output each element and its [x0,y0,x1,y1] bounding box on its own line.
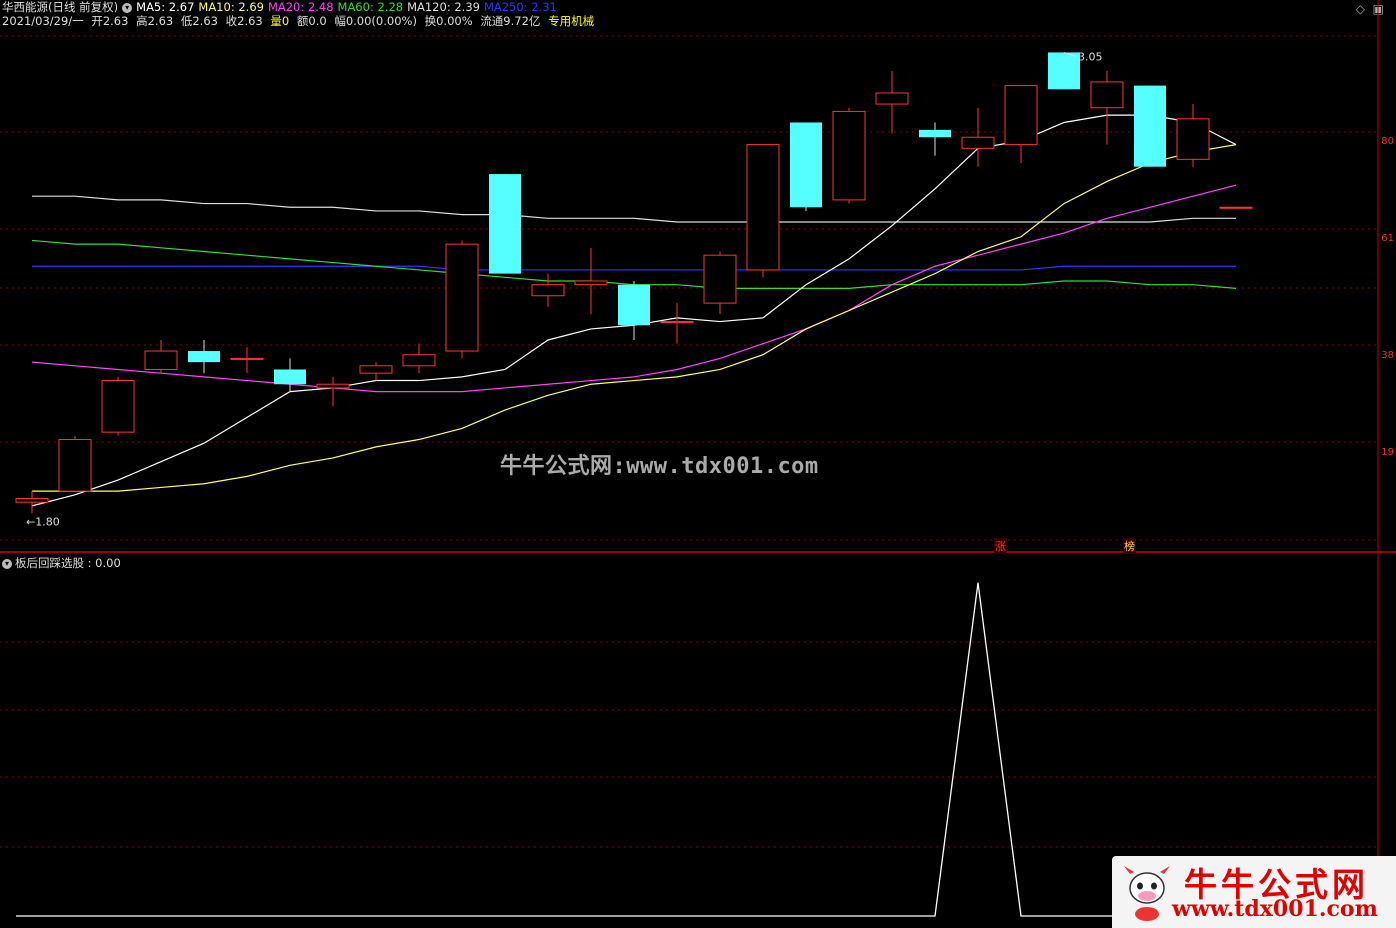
site-logo: 牛牛公式网 www.tdx001.com [1112,856,1396,928]
marker-zhang: 涨 [994,538,1007,554]
candle-body-9 [402,354,436,367]
candle-body-17 [746,144,780,271]
candle-body-12 [531,284,565,297]
annotation-high: 3.05 [1078,50,1103,63]
candle-body-28 [1219,206,1253,209]
candle-body-16 [703,254,737,304]
candle-body-20 [875,92,909,105]
candle-body-7 [316,383,350,389]
candle-body-2 [101,380,135,433]
indicator-title: 板后回踩选股 : 0.00 [15,556,121,570]
candle-body-19 [832,110,866,201]
candle-body-23 [1004,85,1038,146]
candle-body-1 [58,439,92,492]
marker-bang: 榜 [1123,538,1136,554]
candle-body-3 [144,350,178,370]
candle-body-8 [359,365,393,374]
candle-body-11 [489,174,521,274]
y-tick-80: 80 [1381,136,1394,147]
y-tick-19: 19 [1381,447,1394,458]
ma250-line [32,265,1236,271]
indicator-header: ▾ 板后回踩选股 : 0.00 [2,555,121,571]
cow-mascot-icon [1124,866,1170,921]
candle-body-4 [188,351,220,363]
candle-body-15 [660,321,694,324]
candle-body-26 [1134,85,1166,167]
candle-body-21 [919,129,951,138]
candle-body-0 [15,498,49,503]
candle-body-22 [961,136,995,149]
candle-body-13 [574,280,608,286]
candle-body-27 [1176,118,1210,160]
indicator-settings-icon[interactable]: ▾ [2,558,12,569]
indicator-line [16,582,1236,917]
y-tick-38: 38 [1381,350,1394,361]
candle-body-18 [790,122,822,208]
candle-body-6 [274,369,306,385]
annotation-low: ←1.80 [26,515,60,528]
candle-body-10 [445,243,479,352]
logo-url: www.tdx001.com [1172,896,1378,922]
watermark-text: 牛牛公式网:www.tdx001.com [500,454,819,479]
candle-body-14 [618,284,650,326]
candle-body-24 [1048,52,1080,90]
candle-body-5 [230,357,264,360]
y-tick-61: 61 [1381,233,1394,244]
candle-body-25 [1090,81,1124,109]
ma120-line [32,195,1236,223]
